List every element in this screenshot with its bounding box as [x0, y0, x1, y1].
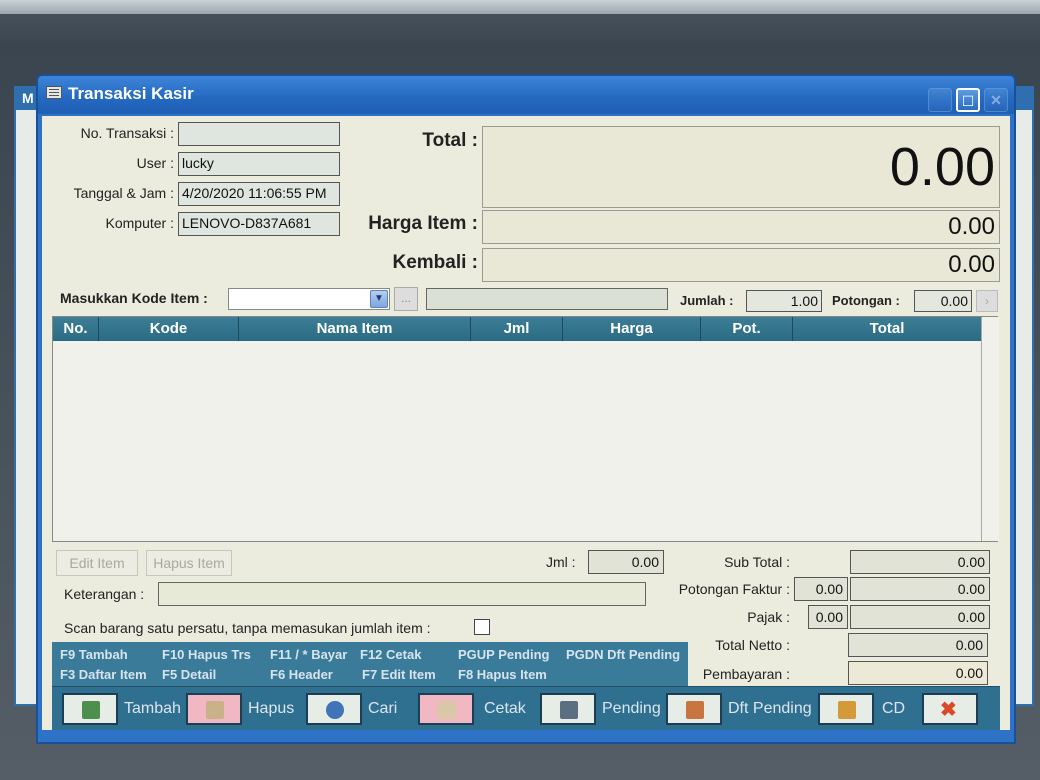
printer-icon [438, 701, 456, 719]
potongan-label: Potongan : [832, 293, 900, 308]
cd-button[interactable] [818, 693, 874, 725]
shortcut-panel: F9 Tambah F10 Hapus Trs F11 / * Bayar F1… [52, 642, 688, 686]
potongan-faktur-percent[interactable]: 0.00 [794, 577, 848, 601]
shortcut-f6: F6 Header [270, 667, 333, 682]
pajak-percent[interactable]: 0.00 [808, 605, 848, 629]
pending-button[interactable] [540, 693, 596, 725]
shortcut-f3: F3 Daftar Item [60, 667, 147, 682]
dft-pending-button[interactable] [666, 693, 722, 725]
chevron-down-icon[interactable]: ▼ [370, 290, 388, 308]
cetak-label: Cetak [484, 700, 526, 717]
hapus-button[interactable] [186, 693, 242, 725]
close-window-button[interactable]: ✕ [984, 88, 1008, 112]
column-pot[interactable]: Pot. [701, 317, 793, 341]
harga-item-label: Harga Item : [368, 213, 478, 234]
hapus-item-button[interactable]: Hapus Item [146, 550, 232, 576]
potongan-faktur-field[interactable]: 0.00 [850, 577, 990, 601]
scan-label: Scan barang satu persatu, tanpa memasuka… [64, 620, 431, 636]
grid-scrollbar[interactable] [981, 317, 999, 541]
tambah-label: Tambah [124, 700, 181, 717]
cetak-button[interactable] [418, 693, 474, 725]
shortcut-f8: F8 Hapus Item [458, 667, 547, 682]
tanggal-jam-field[interactable]: 4/20/2020 11:06:55 PM [178, 182, 340, 206]
shortcut-f9: F9 Tambah [60, 647, 128, 662]
new-document-icon [82, 701, 100, 719]
minimize-button[interactable] [928, 88, 952, 112]
no-transaksi-label: No. Transaksi : [80, 125, 174, 141]
pending-document-icon [560, 701, 578, 719]
background-window-title: M [22, 90, 34, 106]
tambah-button[interactable] [62, 693, 118, 725]
scan-checkbox[interactable] [474, 619, 490, 635]
pajak-label: Pajak : [747, 609, 790, 625]
pending-label: Pending [602, 700, 661, 717]
close-icon: ✖ [940, 699, 957, 721]
client-area: No. Transaksi : User : lucky Tanggal & J… [42, 116, 1010, 730]
item-grid[interactable]: No. Kode Nama Item Jml Harga Pot. Total [52, 316, 999, 542]
column-kode[interactable]: Kode [99, 317, 239, 341]
shortcut-pgdn: PGDN Dft Pending [566, 647, 681, 662]
harga-item-display: 0.00 [482, 210, 1000, 244]
sub-total-field: 0.00 [850, 550, 990, 574]
kembali-display: 0.00 [482, 248, 1000, 282]
column-harga[interactable]: Harga [563, 317, 701, 341]
user-field[interactable]: lucky [178, 152, 340, 176]
bottom-toolbar: Tambah Hapus Cari Cetak Pending Dft Pend… [52, 686, 1000, 730]
total-label: Total : [422, 130, 478, 151]
delete-document-icon [206, 701, 224, 719]
browse-item-button[interactable]: ... [394, 287, 418, 311]
column-nama-item[interactable]: Nama Item [239, 317, 471, 341]
maximize-button[interactable]: ☐ [956, 88, 980, 112]
window-icon [46, 86, 62, 99]
window-title: Transaksi Kasir [68, 84, 194, 103]
pembayaran-field[interactable]: 0.00 [848, 661, 988, 685]
search-icon [326, 701, 344, 719]
sub-total-label: Sub Total : [724, 554, 790, 570]
potongan-field[interactable]: 0.00 [914, 290, 972, 312]
add-item-arrow-button[interactable]: › [976, 290, 998, 312]
cari-label: Cari [368, 700, 398, 717]
potongan-faktur-label: Potongan Faktur : [678, 581, 790, 597]
column-jml[interactable]: Jml [471, 317, 563, 341]
title-bar[interactable]: Transaksi Kasir ☐ ✕ [38, 76, 1014, 114]
hapus-label: Hapus [248, 700, 295, 717]
kode-item-label: Masukkan Kode Item : [60, 290, 208, 306]
kembali-label: Kembali : [392, 252, 478, 273]
total-display: 0.00 [482, 126, 1000, 208]
tanggal-jam-label: Tanggal & Jam : [73, 185, 174, 201]
exit-button[interactable]: ✖ [922, 693, 978, 725]
no-transaksi-field[interactable] [178, 122, 340, 146]
pajak-field[interactable]: 0.00 [850, 605, 990, 629]
transaksi-kasir-window: Transaksi Kasir ☐ ✕ No. Transaksi : User… [36, 74, 1016, 744]
jml-label: Jml : [546, 554, 576, 570]
shortcut-pgup: PGUP Pending [458, 647, 550, 662]
edit-item-button[interactable]: Edit Item [56, 550, 138, 576]
column-total[interactable]: Total [793, 317, 981, 341]
pending-list-icon [686, 701, 704, 719]
dft-pending-label: Dft Pending [728, 700, 812, 717]
item-name-field[interactable] [426, 288, 668, 310]
shortcut-f5: F5 Detail [162, 667, 217, 682]
cd-label: CD [882, 700, 906, 717]
shortcut-f11: F11 / * Bayar [270, 647, 348, 662]
column-no[interactable]: No. [53, 317, 99, 341]
komputer-field[interactable]: LENOVO-D837A681 [178, 212, 340, 236]
grid-header: No. Kode Nama Item Jml Harga Pot. Total [53, 317, 981, 341]
user-label: User : [136, 155, 174, 171]
keterangan-field[interactable] [158, 582, 646, 606]
keterangan-label: Keterangan : [64, 586, 145, 602]
cari-button[interactable] [306, 693, 362, 725]
jumlah-label: Jumlah : [680, 293, 734, 308]
komputer-label: Komputer : [105, 215, 174, 231]
jumlah-field[interactable]: 1.00 [746, 290, 822, 312]
shortcut-f7: F7 Edit Item [362, 667, 436, 682]
cash-drawer-icon [838, 701, 856, 719]
kode-item-combo[interactable]: ▼ [228, 288, 390, 310]
shortcut-f10: F10 Hapus Trs [162, 647, 251, 662]
desktop-top-bar [0, 0, 1040, 14]
total-netto-field: 0.00 [848, 633, 988, 657]
shortcut-f12: F12 Cetak [360, 647, 422, 662]
